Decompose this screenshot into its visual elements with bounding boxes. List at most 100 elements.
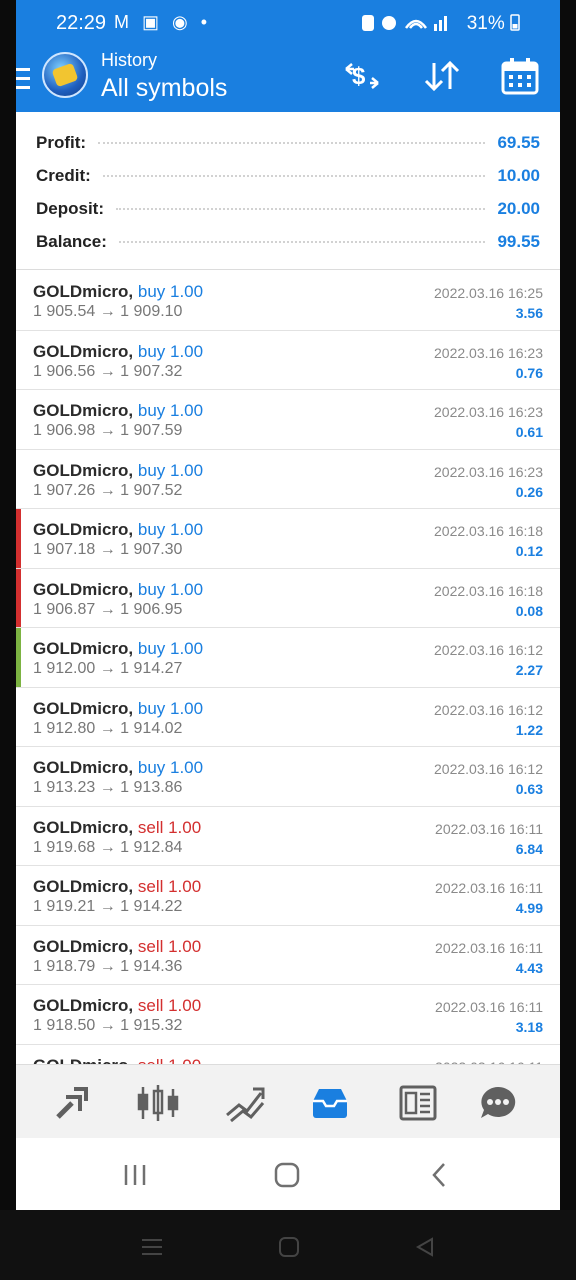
calendar-icon[interactable] — [498, 54, 542, 98]
system-icons — [358, 12, 468, 39]
page-subtitle: History — [101, 50, 158, 70]
trade-icon[interactable] — [222, 1081, 266, 1125]
trade-row[interactable]: GOLDmicro, buy 1.00 1 906.87 → 1 906.95 20… — [16, 568, 560, 628]
trade-datetime: 2022.03.16 16:23 — [434, 344, 543, 361]
trade-row[interactable]: GOLDmicro, buy 1.00 1 912.00 → 1 914.27 20… — [16, 628, 560, 688]
trade-marker — [16, 568, 21, 627]
trade-symbol: GOLDmicro, buy 1.00 — [33, 639, 203, 659]
status-time: 22:29 — [56, 12, 107, 34]
device-menu-icon[interactable] — [137, 1232, 167, 1262]
summary-label: Profit: — [36, 133, 87, 152]
chat-icon[interactable] — [476, 1081, 520, 1125]
trade-prices: 1 918.50 → 1 915.32 — [33, 1017, 183, 1034]
trade-symbol: GOLDmicro, buy 1.00 — [33, 461, 203, 481]
trade-prices: 1 906.98 → 1 907.59 — [33, 422, 183, 439]
trade-marker — [16, 271, 21, 330]
trade-row[interactable]: GOLDmicro, sell 1.00 1 919.68 → 1 912.84 2… — [16, 807, 560, 866]
trade-prices: 1 918.79 → 1 914.36 — [33, 957, 183, 975]
trade-side: buy 1.00 — [137, 282, 204, 301]
summary-value: 69.55 — [497, 133, 540, 152]
trade-side: buy 1.00 — [137, 698, 204, 718]
trade-row[interactable]: GOLDmicro, buy 1.00 1 913.23 → 1 913.86 20… — [16, 747, 560, 807]
svg-text:$: $ — [352, 63, 366, 90]
device-home-icon[interactable] — [274, 1232, 304, 1262]
chart-icon[interactable] — [136, 1081, 180, 1125]
news-icon[interactable] — [396, 1081, 440, 1125]
page-title[interactable]: All symbols — [101, 74, 227, 103]
sort-icon[interactable] — [420, 54, 464, 98]
trade-side: buy 1.00 — [137, 401, 204, 420]
back-icon[interactable] — [424, 1160, 454, 1190]
summary-row-profit: Profit: 69.55 — [36, 127, 540, 159]
trade-side: buy 1.00 — [137, 341, 204, 361]
trade-prices: 1 906.56 → 1 907.32 — [33, 362, 183, 380]
trade-datetime: 2022.03.16 16:12 — [434, 701, 543, 718]
trade-row[interactable]: GOLDmicro, sell 1.00 1 919.21 → 1 914.22 2… — [16, 866, 560, 926]
symbol-name: GOLDmicro, — [33, 996, 134, 1015]
trade-row[interactable]: GOLDmicro, buy 1.00 1 905.54 → 1 909.10 20… — [16, 271, 560, 331]
battery-percent: 31% — [466, 13, 505, 34]
trade-side: buy 1.00 — [137, 639, 204, 658]
trade-side: buy 1.00 — [137, 520, 204, 539]
trade-symbol: GOLDmicro, buy 1.00 — [33, 699, 203, 719]
trade-side: sell 1.00 — [137, 877, 202, 896]
trades-list: GOLDmicro, buy 1.00 1 905.54 → 1 909.10 20… — [16, 271, 560, 1104]
trade-symbol: GOLDmicro, buy 1.00 — [33, 520, 203, 540]
trade-profit: 0.12 — [515, 543, 543, 559]
history-icon[interactable] — [308, 1081, 352, 1125]
deposit-withdraw-icon[interactable]: $ — [340, 54, 384, 98]
trade-symbol: GOLDmicro, sell 1.00 — [33, 818, 201, 838]
trade-marker — [16, 390, 21, 449]
trade-profit: 4.43 — [515, 959, 543, 976]
device-back-icon[interactable] — [410, 1232, 440, 1262]
symbol-name: GOLDmicro, — [33, 639, 134, 658]
recent-apps-icon[interactable] — [120, 1160, 150, 1190]
trade-marker — [16, 866, 21, 925]
quotes-icon[interactable] — [50, 1081, 94, 1125]
trade-row[interactable]: GOLDmicro, buy 1.00 1 907.18 → 1 907.30 20… — [16, 509, 560, 569]
summary-row-deposit: Deposit: 20.00 — [36, 193, 540, 225]
trade-marker — [16, 628, 21, 687]
trade-row[interactable]: GOLDmicro, buy 1.00 1 906.56 → 1 907.32 20… — [16, 331, 560, 390]
battery-icon — [510, 14, 520, 31]
trade-symbol: GOLDmicro, buy 1.00 — [33, 342, 203, 362]
trade-datetime: 2022.03.16 16:18 — [434, 523, 543, 539]
battery-level: 31% — [467, 13, 520, 35]
trade-row[interactable]: GOLDmicro, buy 1.00 1 906.98 → 1 907.59 20… — [16, 390, 560, 450]
trade-profit: 2.27 — [515, 662, 543, 678]
menu-icon[interactable] — [16, 68, 32, 90]
symbol-name: GOLDmicro, — [33, 460, 134, 480]
trade-marker — [16, 807, 21, 866]
trade-row[interactable]: GOLDmicro, sell 1.00 1 918.79 → 1 914.36 2… — [16, 926, 560, 985]
trade-marker — [16, 450, 21, 509]
screen-edge-right — [560, 0, 576, 1210]
trade-symbol: GOLDmicro, sell 1.00 — [33, 996, 201, 1016]
trade-symbol: GOLDmicro, buy 1.00 — [33, 758, 203, 778]
trade-profit: 4.99 — [515, 900, 543, 916]
symbol-name: GOLDmicro, — [33, 877, 134, 896]
summary-row-balance: Balance: 99.55 — [36, 226, 540, 258]
trade-row[interactable]: GOLDmicro, sell 1.00 1 918.50 → 1 915.32 2… — [16, 985, 560, 1045]
summary-value: 10.00 — [497, 166, 540, 185]
trade-prices: 1 919.21 → 1 914.22 — [33, 898, 183, 915]
trade-profit: 1.22 — [515, 721, 543, 738]
trade-profit: 0.63 — [515, 781, 543, 797]
trade-profit: 3.56 — [515, 305, 543, 321]
trade-prices: 1 912.00 → 1 914.27 — [33, 660, 183, 677]
trade-datetime: 2022.03.16 16:11 — [435, 999, 543, 1015]
trade-symbol: GOLDmicro, buy 1.00 — [33, 580, 203, 600]
home-icon[interactable] — [272, 1160, 302, 1190]
trade-row[interactable]: GOLDmicro, buy 1.00 1 912.80 → 1 914.02 20… — [16, 688, 560, 747]
trade-marker — [16, 688, 21, 747]
trade-profit: 0.61 — [515, 424, 543, 440]
app-screen: 22:29 M ▣ ◉ • 31% History All symbols $ … — [16, 0, 560, 1210]
trade-row[interactable]: GOLDmicro, buy 1.00 1 907.26 → 1 907.52 20… — [16, 450, 560, 509]
summary-dots — [118, 241, 486, 243]
system-navigation-bar — [16, 1138, 560, 1210]
trade-profit: 0.76 — [515, 364, 543, 381]
summary-label: Deposit: — [36, 199, 104, 218]
trade-symbol: GOLDmicro, buy 1.00 — [33, 401, 203, 421]
bottom-navigation — [16, 1064, 560, 1138]
trade-datetime: 2022.03.16 16:11 — [435, 820, 543, 837]
app-bar: History All symbols $ — [16, 48, 560, 112]
